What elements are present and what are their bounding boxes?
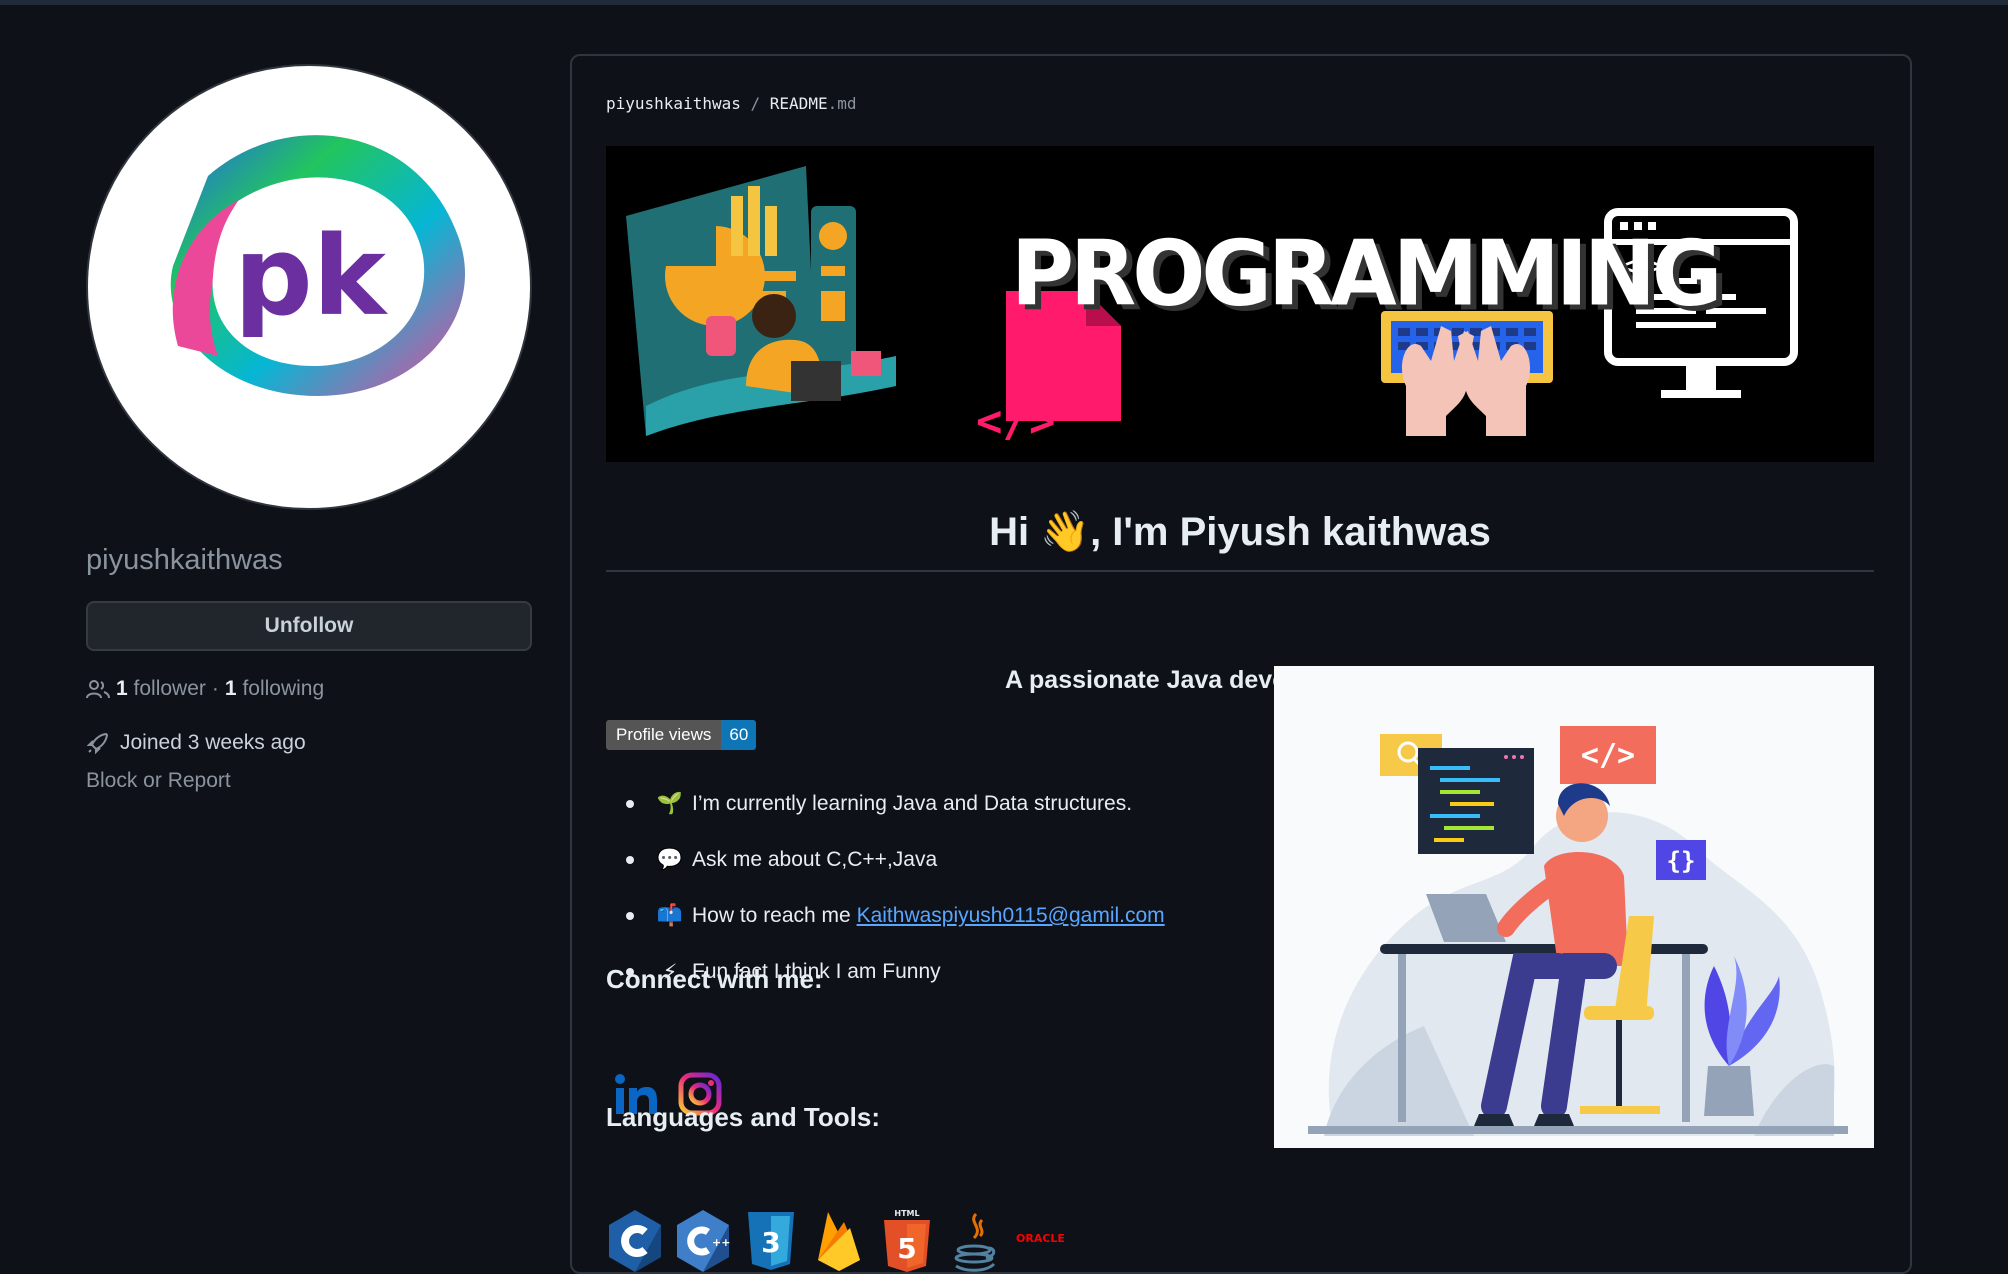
followers-label: follower [133,677,206,700]
following-label: following [242,677,325,700]
badge-count: 60 [721,720,757,750]
banner-title: PROGRAMMING [1011,221,1722,327]
joined-label: Joined [120,731,182,754]
readme-panel: piyushkaithwas / README.md </> </> PROGR… [570,54,1912,1274]
crumb-ext: .md [827,94,857,113]
fact-bold: Java and Data structures. [892,792,1133,815]
speech-bubble-icon: 💬 [656,848,684,871]
heading-divider [606,570,1874,572]
list-item: 📫 How to reach me Kaithwaspiyush0115@gam… [618,888,1258,944]
bullet [626,856,634,864]
joined-row: Joined 3 weeks ago [86,731,532,755]
followers-link[interactable]: 1 follower [116,677,206,701]
follow-separator: · [211,677,219,700]
html5-icon[interactable]: HTML 5 [878,1208,936,1274]
connect-heading: Connect with me: [606,964,823,994]
mailbox-icon: 📫 [656,904,684,927]
fact-text: How to reach me [692,904,851,927]
list-item: 💬 Ask me about C,C++,Java [618,832,1258,888]
java-icon[interactable] [946,1208,1004,1274]
badge-label: Profile views [606,720,722,750]
tools-heading: Languages and Tools: [606,1102,880,1132]
rocket-icon [86,732,109,755]
seedling-icon: 🌱 [656,792,684,815]
profile-views-badge: Profile views 60 [606,720,757,750]
joined-value: 3 weeks ago [187,731,306,754]
crumb-user-link[interactable]: piyushkaithwas [606,94,741,113]
list-item: 🌱 I’m currently learning Java and Data s… [618,776,1258,832]
crumb-file: README [769,94,828,113]
bullet [626,800,634,808]
css3-icon[interactable]: 3 [742,1208,800,1274]
html-label: HTML [894,1209,919,1218]
following-count: 1 [224,677,237,700]
crumb-separator: / [750,94,761,113]
svg-text:</>: </> [1581,738,1635,773]
unfollow-button[interactable]: Unfollow [86,601,532,651]
firebase-icon[interactable] [810,1208,868,1274]
fact-bold: C,C++,Java [826,848,938,871]
fact-text: I’m currently learning [692,792,887,815]
profile-username: piyushkaithwas [86,544,283,576]
svg-text:{}: {} [1667,847,1696,875]
avatar[interactable]: pk [86,64,532,510]
tools-list: ++ 3 HTML 5 ORACLE [606,1208,1076,1274]
oracle-label: ORACLE [1016,1232,1065,1245]
follow-stats: 1 follower · 1 following [86,677,532,701]
svg-text:3: 3 [761,1226,780,1259]
email-link[interactable]: Kaithwaspiyush0115@gamil.com [857,904,1165,928]
followers-count: 1 [116,677,128,700]
developer-illustration: </> {} [1274,666,1874,1148]
top-border [0,0,2008,5]
cplusplus-icon[interactable]: ++ [674,1208,732,1274]
readme-heading: Hi 👋, I'm Piyush kaithwas [989,510,1491,554]
fact-text: Ask me about [692,848,821,871]
avatar-text: pk [234,212,389,340]
bullet [626,912,634,920]
profile-sidebar: pk piyushkaithwas Unfollow 1 follower · … [86,64,532,793]
svg-text:++: ++ [712,1236,730,1249]
svg-text:5: 5 [897,1232,916,1265]
block-report-link[interactable]: Block or Report [86,769,532,793]
breadcrumb: piyushkaithwas / README.md [606,94,856,113]
programming-banner: </> </> PROGRAMMING [606,146,1874,462]
oracle-icon[interactable]: ORACLE [1014,1208,1076,1274]
following-link[interactable]: 1 following [225,677,324,701]
c-icon[interactable] [606,1208,664,1274]
avatar-logo-icon: pk [170,135,466,396]
svg-text:</>: </> [976,396,1055,447]
people-icon [86,680,110,699]
